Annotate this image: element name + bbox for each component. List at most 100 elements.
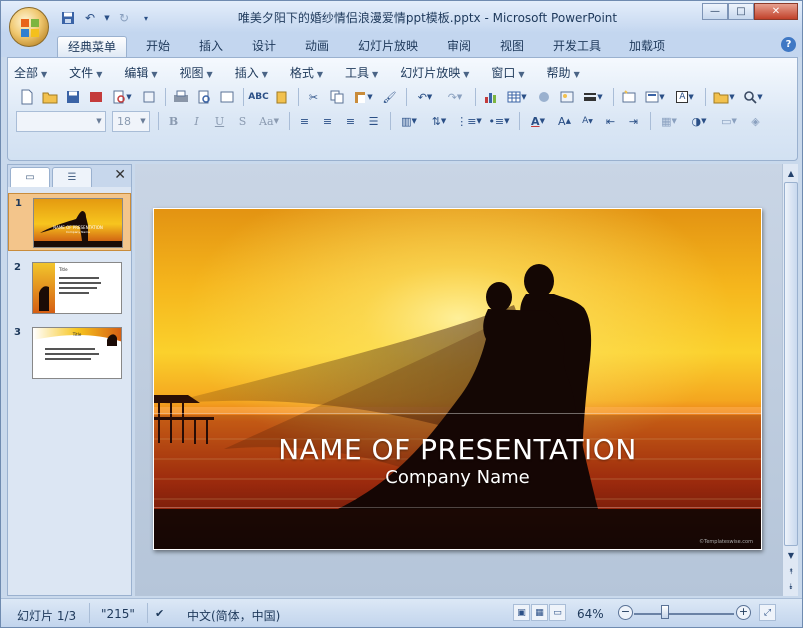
tab-design[interactable]: 设计 xyxy=(244,36,284,57)
slideshow-view-button[interactable]: ▭ xyxy=(549,604,566,621)
tab-outline[interactable]: ☰ xyxy=(52,167,92,187)
table-icon[interactable]: ▼ xyxy=(503,87,531,107)
menu-help[interactable]: 帮助 ▼ xyxy=(547,62,580,84)
fill-color-icon[interactable]: ◈ xyxy=(745,111,766,131)
font-size-combo[interactable]: 18 ▼ xyxy=(112,110,150,132)
picture-icon[interactable] xyxy=(556,87,577,107)
zoom-out-button[interactable]: − xyxy=(618,605,633,620)
preview-icon[interactable] xyxy=(193,87,214,107)
vertical-scrollbar[interactable]: ▲ ▼ ⯭ ⯯ xyxy=(782,164,798,596)
align-left-icon[interactable]: ≡ xyxy=(294,111,315,131)
shapes-icon[interactable]: ◑ ▼ xyxy=(685,111,713,131)
cut-icon[interactable]: ✂ xyxy=(303,87,324,107)
line-style-icon[interactable]: ▼ xyxy=(579,87,607,107)
tab-animation[interactable]: 动画 xyxy=(297,36,337,57)
close-button[interactable]: ✕ xyxy=(754,3,798,20)
slide-subtitle[interactable]: Company Name xyxy=(154,467,761,488)
increase-indent-icon[interactable]: ⇥ xyxy=(623,111,644,131)
scroll-thumb[interactable] xyxy=(784,182,798,546)
menu-window[interactable]: 窗口 ▼ xyxy=(491,62,524,84)
maximize-button[interactable]: □ xyxy=(728,3,754,20)
next-slide-icon[interactable]: ⯯ xyxy=(784,579,798,594)
tab-review[interactable]: 审阅 xyxy=(439,36,479,57)
zoom-level[interactable]: 64% xyxy=(577,607,604,621)
slide-sorter-view-button[interactable]: ▦ xyxy=(531,604,548,621)
permission-icon[interactable] xyxy=(85,87,106,107)
textbox-icon[interactable]: A ▼ xyxy=(671,87,699,107)
grow-font-icon[interactable]: A ▲ xyxy=(554,111,575,131)
bold-button[interactable]: B xyxy=(163,111,184,131)
align-right-icon[interactable]: ≡ xyxy=(340,111,361,131)
normal-view-button[interactable]: ▣ xyxy=(513,604,530,621)
language-indicator[interactable]: 中文(简体，中国) xyxy=(187,607,280,624)
previous-slide-icon[interactable]: ⯭ xyxy=(784,564,798,579)
slide-title[interactable]: NAME OF PRESENTATION xyxy=(154,433,761,466)
chart-icon[interactable] xyxy=(480,87,501,107)
research-icon[interactable] xyxy=(271,87,292,107)
tab-classic-menu[interactable]: 经典菜单 xyxy=(57,36,127,57)
clipart-icon[interactable] xyxy=(533,87,554,107)
current-slide[interactable]: NAME OF PRESENTATION Company Name ©Templ… xyxy=(153,208,762,550)
tab-insert[interactable]: 插入 xyxy=(191,36,231,57)
italic-button[interactable]: I xyxy=(186,111,207,131)
tab-home[interactable]: 开始 xyxy=(138,36,178,57)
zoom-slider[interactable] xyxy=(634,613,734,615)
close-icon[interactable]: ✕ xyxy=(114,167,126,183)
folder-icon[interactable]: ▼ xyxy=(710,87,738,107)
print-icon[interactable] xyxy=(170,87,191,107)
text-direction-icon[interactable]: ⇅ ▼ xyxy=(425,111,453,131)
underline-button[interactable]: U xyxy=(209,111,230,131)
scroll-up-icon[interactable]: ▲ xyxy=(784,166,798,181)
paste-icon[interactable]: ▼ xyxy=(349,87,377,107)
align-center-icon[interactable]: ≡ xyxy=(317,111,338,131)
menu-view[interactable]: 视图 ▼ xyxy=(180,62,213,84)
shrink-font-icon[interactable]: A ▼ xyxy=(577,111,598,131)
menu-tools[interactable]: 工具 ▼ xyxy=(345,62,378,84)
help-icon[interactable]: ? xyxy=(781,37,796,52)
minimize-button[interactable]: — xyxy=(702,3,728,20)
tab-addins[interactable]: 加载项 xyxy=(621,36,673,57)
new-slide-icon[interactable] xyxy=(618,87,639,107)
find-icon[interactable]: ▼ xyxy=(740,87,766,107)
menu-edit[interactable]: 编辑 ▼ xyxy=(124,62,157,84)
redo-icon[interactable]: ↷ ▼ xyxy=(441,87,469,107)
office-button[interactable] xyxy=(9,7,49,47)
font-name-combo[interactable]: ▼ xyxy=(16,110,106,132)
attach-icon[interactable] xyxy=(138,87,159,107)
menu-all[interactable]: 全部 ▼ xyxy=(14,62,47,84)
columns-icon[interactable]: ▥ ▼ xyxy=(395,111,423,131)
spelling-check-icon[interactable]: ✔ xyxy=(155,607,164,620)
spelling-icon[interactable]: ABC xyxy=(248,87,269,107)
menu-insert[interactable]: 插入 ▼ xyxy=(235,62,268,84)
quick-styles-icon[interactable]: ▭ ▼ xyxy=(715,111,743,131)
tab-slideshow[interactable]: 幻灯片放映 xyxy=(350,36,426,57)
tab-slides[interactable]: ▭ xyxy=(10,167,50,187)
undo-icon[interactable]: ↶ ▼ xyxy=(411,87,439,107)
slide-thumbnail-2[interactable]: 2 Title xyxy=(8,258,131,316)
change-case-button[interactable]: Aa ▼ xyxy=(255,111,283,131)
arrange-icon[interactable]: ▦ ▼ xyxy=(655,111,683,131)
menu-format[interactable]: 格式 ▼ xyxy=(290,62,323,84)
open-icon[interactable] xyxy=(39,87,60,107)
justify-icon[interactable]: ☰ xyxy=(363,111,384,131)
decrease-indent-icon[interactable]: ⇤ xyxy=(600,111,621,131)
numbering-icon[interactable]: ⋮≡ ▼ xyxy=(455,111,483,131)
print-preview-icon[interactable]: ▼ xyxy=(108,87,136,107)
copy-icon[interactable] xyxy=(326,87,347,107)
menu-slideshow[interactable]: 幻灯片放映 ▼ xyxy=(400,62,469,84)
tab-view[interactable]: 视图 xyxy=(492,36,532,57)
tab-developer[interactable]: 开发工具 xyxy=(545,36,609,57)
menu-file[interactable]: 文件 ▼ xyxy=(69,62,102,84)
new-icon[interactable] xyxy=(16,87,37,107)
slide-thumbnail-1[interactable]: 1 NAME OF PRESENTATION Company Name xyxy=(8,193,131,251)
format-painter-icon[interactable]: 🖌 xyxy=(379,87,400,107)
zoom-slider-thumb[interactable] xyxy=(661,605,669,619)
slide-thumbnail-3[interactable]: 3 Title xyxy=(8,323,131,381)
font-color-icon[interactable]: A ▼ xyxy=(524,111,552,131)
zoom-in-button[interactable]: + xyxy=(736,605,751,620)
strikethrough-button[interactable]: S xyxy=(232,111,253,131)
save-icon[interactable] xyxy=(62,87,83,107)
fit-to-window-icon[interactable]: ⤢ xyxy=(759,604,776,621)
layout-icon[interactable]: ▼ xyxy=(641,87,669,107)
scroll-down-icon[interactable]: ▼ xyxy=(784,548,798,563)
